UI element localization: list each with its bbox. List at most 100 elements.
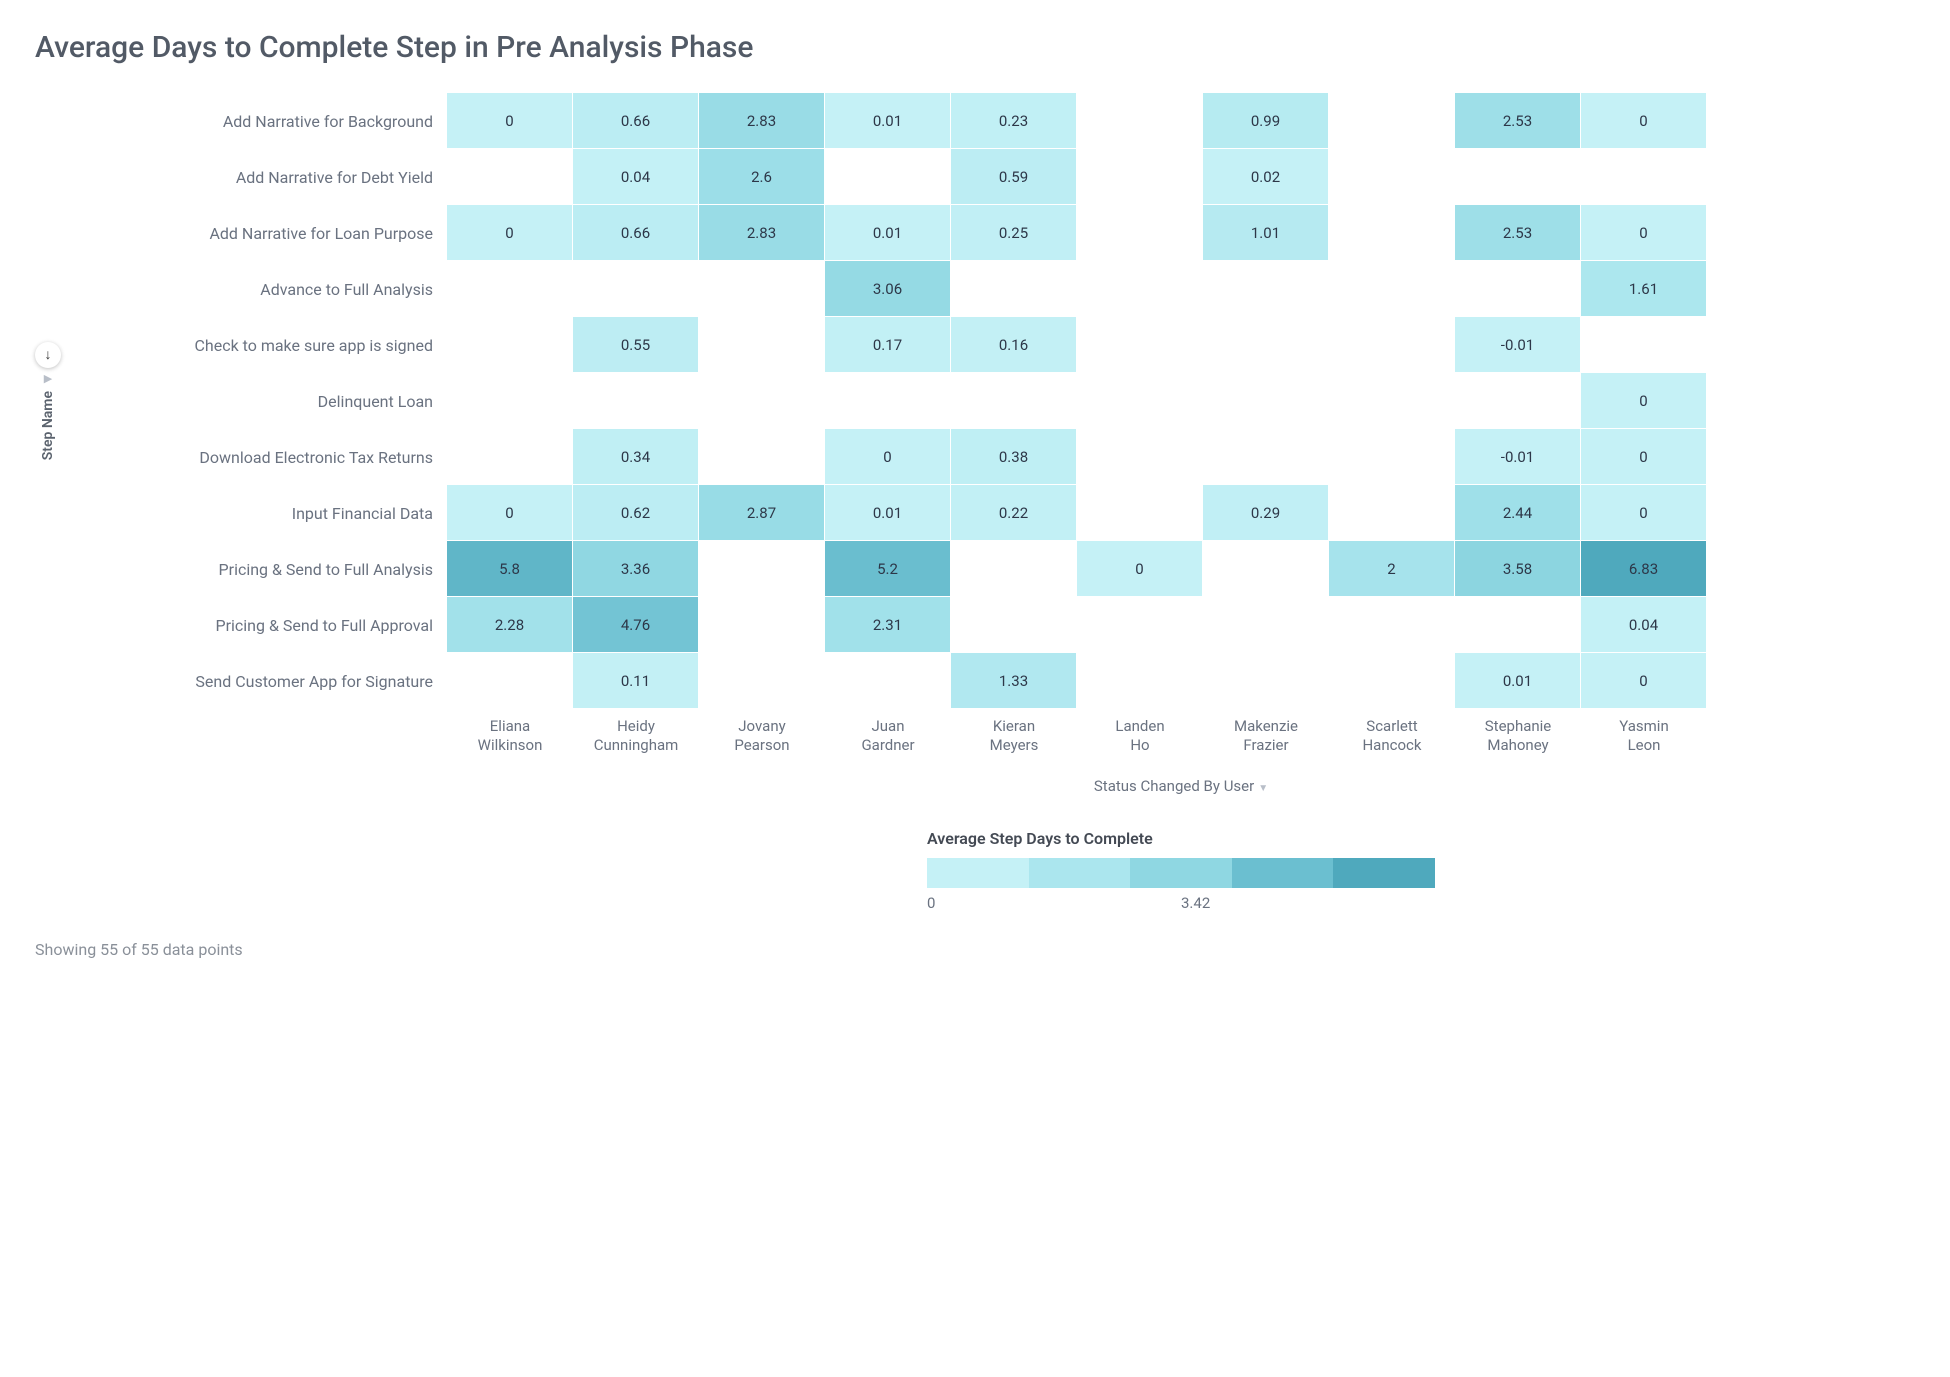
heatmap-cell[interactable]: [1329, 597, 1455, 653]
heatmap-cell[interactable]: 0.01: [1455, 653, 1581, 709]
heatmap-cell[interactable]: 2.6: [699, 149, 825, 205]
heatmap-cell[interactable]: [1581, 149, 1707, 205]
heatmap-cell[interactable]: 3.36: [573, 541, 699, 597]
heatmap-cell[interactable]: [1329, 429, 1455, 485]
heatmap-cell[interactable]: [1203, 373, 1329, 429]
heatmap-cell[interactable]: 0.04: [573, 149, 699, 205]
heatmap-cell[interactable]: [447, 653, 573, 709]
heatmap-cell[interactable]: [1077, 597, 1203, 653]
heatmap-cell[interactable]: 0: [1077, 541, 1203, 597]
heatmap-cell[interactable]: 3.06: [825, 261, 951, 317]
heatmap-cell[interactable]: [1455, 373, 1581, 429]
heatmap-cell[interactable]: [1077, 485, 1203, 541]
heatmap-cell[interactable]: [1203, 541, 1329, 597]
heatmap-cell[interactable]: [1077, 373, 1203, 429]
heatmap-cell[interactable]: 0.11: [573, 653, 699, 709]
heatmap-cell[interactable]: [1329, 205, 1455, 261]
heatmap-cell[interactable]: [699, 373, 825, 429]
heatmap-cell[interactable]: 0.38: [951, 429, 1077, 485]
heatmap-cell[interactable]: [447, 429, 573, 485]
heatmap-cell[interactable]: 0.17: [825, 317, 951, 373]
heatmap-cell[interactable]: [1077, 261, 1203, 317]
heatmap-cell[interactable]: 0.01: [825, 93, 951, 149]
heatmap-cell[interactable]: [1077, 653, 1203, 709]
heatmap-cell[interactable]: [951, 541, 1077, 597]
heatmap-cell[interactable]: 0.55: [573, 317, 699, 373]
heatmap-cell[interactable]: 0: [1581, 485, 1707, 541]
heatmap-cell[interactable]: [825, 149, 951, 205]
heatmap-cell[interactable]: [699, 261, 825, 317]
heatmap-cell[interactable]: [699, 317, 825, 373]
heatmap-cell[interactable]: [447, 149, 573, 205]
heatmap-cell[interactable]: [825, 653, 951, 709]
heatmap-cell[interactable]: [1203, 429, 1329, 485]
sort-descending-button[interactable]: ↓: [35, 342, 61, 368]
heatmap-cell[interactable]: 0: [1581, 93, 1707, 149]
heatmap-cell[interactable]: [1077, 429, 1203, 485]
heatmap-cell[interactable]: [1203, 317, 1329, 373]
heatmap-cell[interactable]: 2: [1329, 541, 1455, 597]
heatmap-cell[interactable]: [1581, 317, 1707, 373]
heatmap-cell[interactable]: [1077, 317, 1203, 373]
heatmap-cell[interactable]: 0: [447, 485, 573, 541]
heatmap-cell[interactable]: 2.53: [1455, 205, 1581, 261]
heatmap-cell[interactable]: [447, 373, 573, 429]
heatmap-cell[interactable]: [825, 373, 951, 429]
heatmap-cell[interactable]: [1077, 149, 1203, 205]
heatmap-cell[interactable]: 2.28: [447, 597, 573, 653]
heatmap-cell[interactable]: 0.04: [1581, 597, 1707, 653]
heatmap-cell[interactable]: 0.23: [951, 93, 1077, 149]
heatmap-cell[interactable]: 0: [1581, 429, 1707, 485]
heatmap-cell[interactable]: 1.01: [1203, 205, 1329, 261]
heatmap-cell[interactable]: [699, 597, 825, 653]
heatmap-cell[interactable]: [951, 261, 1077, 317]
heatmap-cell[interactable]: [951, 373, 1077, 429]
heatmap-cell[interactable]: 6.83: [1581, 541, 1707, 597]
heatmap-cell[interactable]: [1329, 653, 1455, 709]
heatmap-cell[interactable]: [1329, 317, 1455, 373]
heatmap-cell[interactable]: -0.01: [1455, 317, 1581, 373]
heatmap-cell[interactable]: 2.83: [699, 205, 825, 261]
heatmap-cell[interactable]: 0.01: [825, 205, 951, 261]
heatmap-cell[interactable]: 0: [1581, 205, 1707, 261]
heatmap-cell[interactable]: 0.16: [951, 317, 1077, 373]
heatmap-cell[interactable]: 2.53: [1455, 93, 1581, 149]
heatmap-cell[interactable]: [699, 429, 825, 485]
heatmap-cell[interactable]: 4.76: [573, 597, 699, 653]
heatmap-cell[interactable]: [1329, 93, 1455, 149]
heatmap-cell[interactable]: 0.66: [573, 93, 699, 149]
heatmap-cell[interactable]: 0.25: [951, 205, 1077, 261]
heatmap-cell[interactable]: 0: [447, 93, 573, 149]
heatmap-cell[interactable]: 0: [1581, 373, 1707, 429]
heatmap-cell[interactable]: [1203, 261, 1329, 317]
heatmap-cell[interactable]: 0.99: [1203, 93, 1329, 149]
heatmap-cell[interactable]: [447, 317, 573, 373]
heatmap-cell[interactable]: 0: [825, 429, 951, 485]
heatmap-cell[interactable]: [573, 373, 699, 429]
heatmap-cell[interactable]: 1.61: [1581, 261, 1707, 317]
heatmap-cell[interactable]: 0.66: [573, 205, 699, 261]
heatmap-cell[interactable]: 2.31: [825, 597, 951, 653]
heatmap-cell[interactable]: 0: [447, 205, 573, 261]
heatmap-cell[interactable]: [699, 541, 825, 597]
heatmap-cell[interactable]: -0.01: [1455, 429, 1581, 485]
heatmap-cell[interactable]: [1077, 205, 1203, 261]
heatmap-cell[interactable]: [447, 261, 573, 317]
heatmap-cell[interactable]: 2.83: [699, 93, 825, 149]
heatmap-cell[interactable]: [1455, 261, 1581, 317]
heatmap-cell[interactable]: [1329, 485, 1455, 541]
heatmap-cell[interactable]: [1203, 653, 1329, 709]
heatmap-cell[interactable]: 2.87: [699, 485, 825, 541]
heatmap-cell[interactable]: 0.01: [825, 485, 951, 541]
heatmap-cell[interactable]: [573, 261, 699, 317]
heatmap-cell[interactable]: 5.2: [825, 541, 951, 597]
heatmap-cell[interactable]: [1329, 149, 1455, 205]
heatmap-cell[interactable]: 1.33: [951, 653, 1077, 709]
heatmap-cell[interactable]: [1455, 149, 1581, 205]
heatmap-cell[interactable]: 0.59: [951, 149, 1077, 205]
heatmap-cell[interactable]: 2.44: [1455, 485, 1581, 541]
heatmap-cell[interactable]: [699, 653, 825, 709]
heatmap-cell[interactable]: [1329, 373, 1455, 429]
heatmap-cell[interactable]: 5.8: [447, 541, 573, 597]
heatmap-cell[interactable]: 0.34: [573, 429, 699, 485]
